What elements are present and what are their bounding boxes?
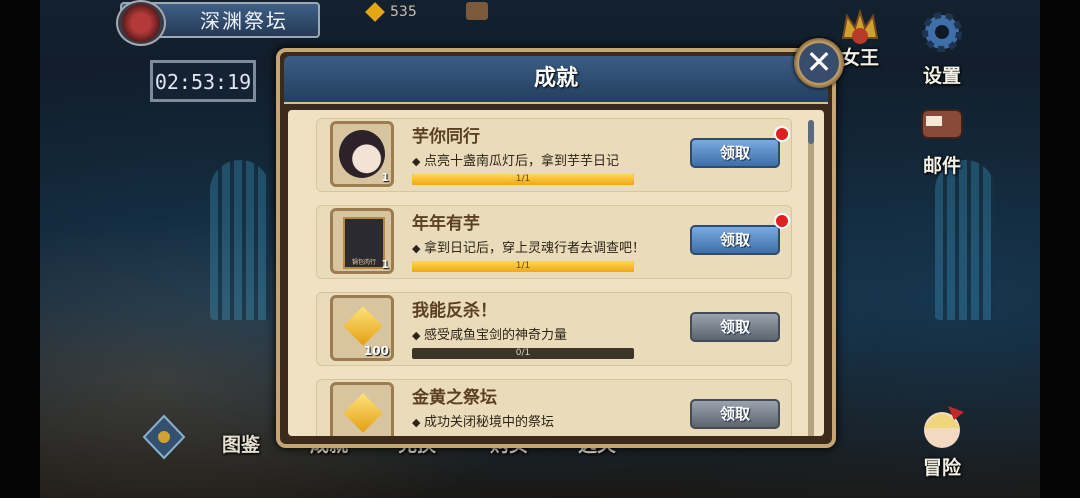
achievement-description: 成功关闭秘境中的祭坛 — [412, 411, 554, 430]
codex-label: 图鉴 — [222, 434, 261, 456]
mail-button[interactable]: 邮件 — [914, 102, 970, 178]
reward-quantity: 100 — [363, 344, 389, 358]
reward-thumbnail: 锅包肉行 1 — [330, 208, 394, 274]
reward-quantity: 1 — [381, 258, 389, 271]
camera-icon[interactable] — [466, 2, 488, 20]
achievement-description: 点亮十盏南瓜灯后，拿到芋芋日记 — [412, 150, 619, 169]
codex-button[interactable]: 图鉴 — [222, 430, 260, 457]
compass-button[interactable] — [140, 414, 188, 465]
gem-icon — [365, 2, 385, 22]
adventure-button[interactable]: 冒险 — [912, 402, 972, 480]
progress-bar: 1/1 — [412, 261, 634, 272]
card-caption: 锅包肉行 — [351, 259, 376, 266]
dialog-body[interactable]: 1 芋你同行 点亮十盏南瓜灯后，拿到芋芋日记 1/1 领取 锅包肉行 1 年年有… — [288, 110, 824, 436]
progress-bar: 0/1 — [412, 348, 634, 359]
progress-text: 1/1 — [515, 174, 531, 184]
notification-dot — [774, 213, 790, 229]
progress-bar: 1/1 — [412, 174, 634, 185]
gold-gem-icon — [343, 306, 383, 346]
claim-button[interactable]: 领取 — [690, 138, 780, 168]
character-portrait-icon — [339, 130, 385, 178]
achievement-row: 金黄之祭坛 成功关闭秘境中的祭坛 领取 — [316, 379, 792, 436]
stained-window-right — [935, 160, 995, 320]
achievement-name: 年年有芋 — [412, 214, 480, 234]
gear-icon — [922, 12, 962, 52]
progress-text: 1/1 — [515, 261, 531, 271]
heart-emblem-icon — [116, 0, 166, 46]
achievement-name: 我能反杀！ — [412, 301, 497, 321]
achievement-list[interactable]: 1 芋你同行 点亮十盏南瓜灯后，拿到芋芋日记 1/1 领取 锅包肉行 1 年年有… — [316, 118, 792, 436]
claim-button[interactable]: 领取 — [690, 225, 780, 255]
reward-thumbnail: 1 — [330, 121, 394, 187]
achievement-row: 锅包肉行 1 年年有芋 拿到日记后，穿上灵魂行者去调查吧！ 1/1 领取 — [316, 205, 792, 279]
screen-edge-right — [1040, 0, 1080, 498]
claim-button[interactable]: 领取 — [690, 312, 780, 342]
achievement-row: 100 我能反杀！ 感受咸鱼宝剑的神奇力量 0/1 领取 — [316, 292, 792, 366]
reward-thumbnail: 100 — [330, 295, 394, 361]
screen-edge-left — [0, 0, 40, 498]
character-portrait-icon — [924, 406, 964, 448]
achievement-name: 金黄之祭坛 — [412, 388, 497, 408]
notification-dot — [774, 126, 790, 142]
gem-count-value: 535 — [390, 4, 417, 20]
dialog-header: 成就 — [284, 56, 828, 104]
progress-text: 0/1 — [515, 348, 531, 358]
claim-button[interactable]: 领取 — [690, 399, 780, 429]
achievement-name: 芋你同行 — [412, 127, 480, 147]
scrollbar-thumb[interactable] — [808, 120, 814, 144]
costume-card-icon: 锅包肉行 — [343, 217, 385, 269]
crown-icon — [841, 8, 879, 44]
settings-label: 设置 — [922, 65, 961, 87]
adventure-label: 冒险 — [922, 457, 961, 479]
close-button[interactable]: ✕ — [794, 38, 844, 88]
settings-button[interactable]: 设置 — [914, 10, 970, 88]
reward-quantity: 1 — [381, 171, 389, 184]
reward-thumbnail — [330, 382, 394, 436]
achievement-dialog: 成就 1 芋你同行 点亮十盏南瓜灯后，拿到芋芋日记 1/1 领取 锅包肉 — [276, 48, 836, 448]
compass-icon — [142, 414, 186, 460]
gem-counter: 535 — [365, 2, 417, 22]
mailbox-icon — [921, 109, 963, 139]
mail-label: 邮件 — [922, 155, 961, 177]
achievement-description: 拿到日记后，穿上灵魂行者去调查吧！ — [412, 237, 645, 256]
scrollbar[interactable] — [808, 120, 814, 436]
achievement-description: 感受咸鱼宝剑的神奇力量 — [412, 324, 567, 343]
gold-gem-icon — [343, 393, 383, 433]
stained-window-left — [210, 160, 270, 320]
dialog-title: 成就 — [533, 66, 578, 91]
achievement-row: 1 芋你同行 点亮十盏南瓜灯后，拿到芋芋日记 1/1 领取 — [316, 118, 792, 192]
countdown-timer: 02:53:19 — [150, 60, 256, 102]
